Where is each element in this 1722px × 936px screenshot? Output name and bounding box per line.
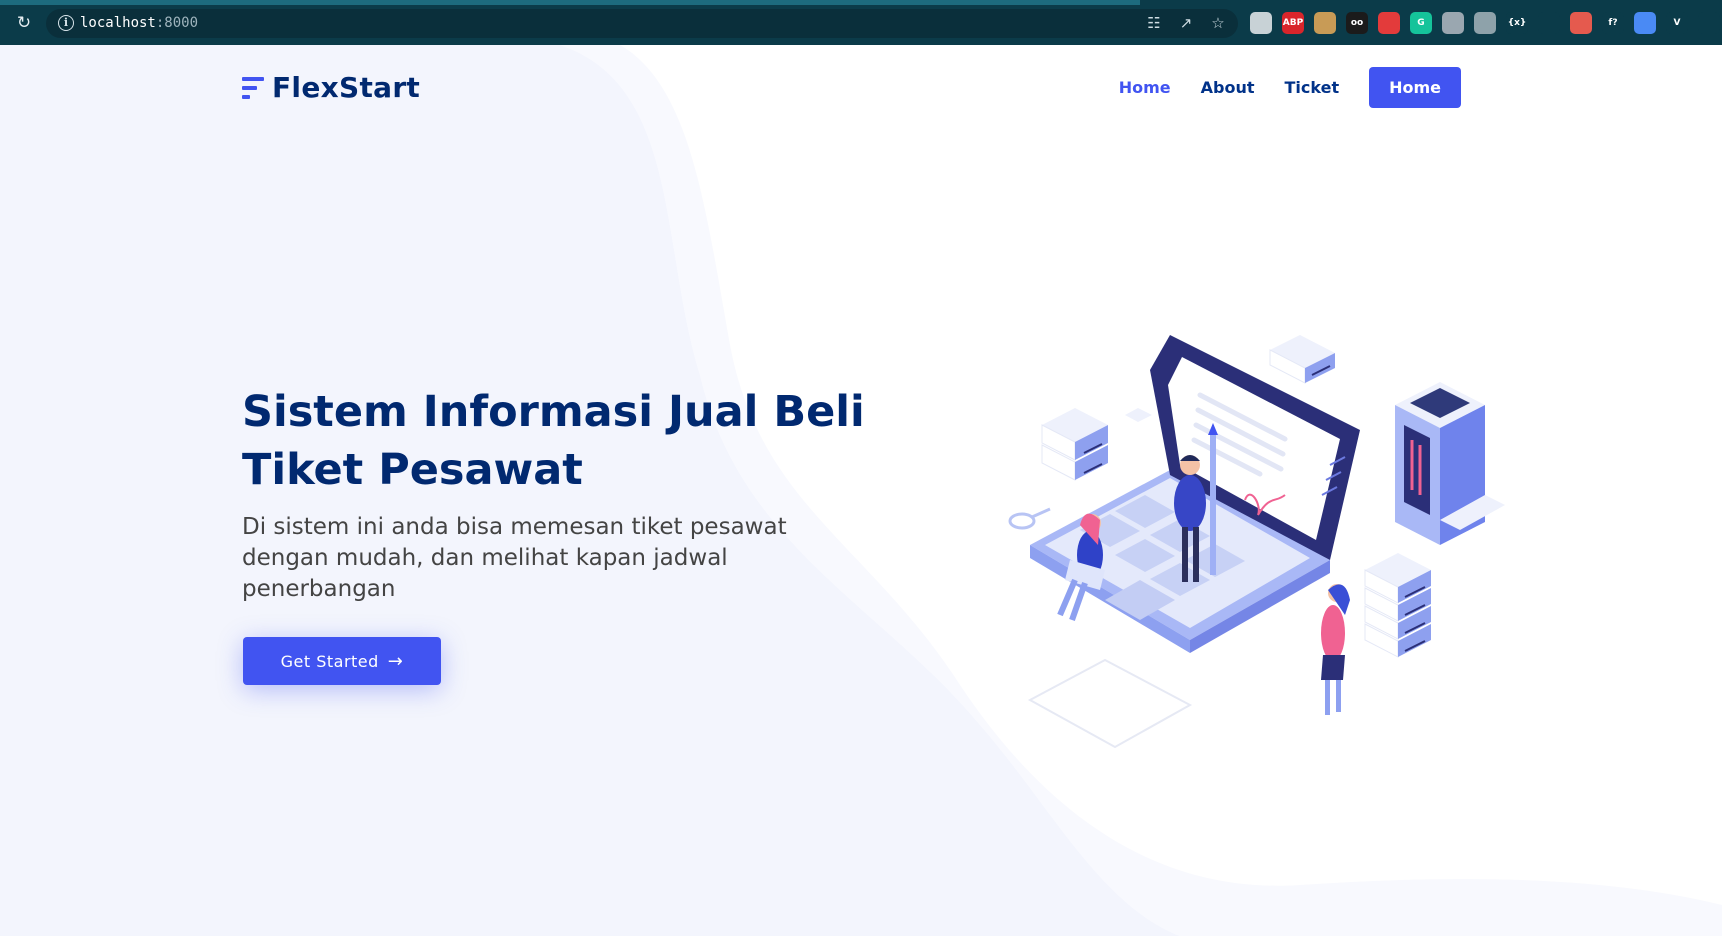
tab-strip-edge <box>0 0 1140 5</box>
font-identifier-icon[interactable]: f? <box>1602 12 1624 34</box>
logo-text: FlexStart <box>272 71 421 104</box>
extensions-bar: ABP oo G {x} f? V <box>1250 12 1720 34</box>
hero-subtitle: Di sistem ini anda bisa memesan tiket pe… <box>242 514 787 602</box>
vue-devtools-icon[interactable]: V <box>1666 12 1688 34</box>
reload-icon[interactable]: ↻ <box>14 13 34 33</box>
google-translate-icon[interactable] <box>1634 12 1656 34</box>
extension-pencil-icon[interactable] <box>1442 12 1464 34</box>
extensions-puzzle-icon[interactable] <box>1698 12 1720 34</box>
settings-gear-icon[interactable] <box>1474 12 1496 34</box>
url-port: :8000 <box>155 15 199 31</box>
browser-toolbar: ↻ i localhost:8000 ☷ ↗ ☆ ABP oo G {x} f? V <box>0 0 1722 45</box>
hero-illustration <box>1008 335 1505 749</box>
translate-icon[interactable]: ☷ <box>1144 13 1164 33</box>
extension-pdf-icon[interactable] <box>1570 12 1592 34</box>
extension-braces-icon[interactable]: {x} <box>1506 12 1528 34</box>
url-host: localhost <box>80 15 156 31</box>
nav-link-ticket[interactable]: Ticket <box>1285 78 1340 97</box>
site-info-icon[interactable]: i <box>58 15 74 31</box>
logo[interactable]: FlexStart <box>242 71 420 104</box>
address-url[interactable]: localhost:8000 <box>80 15 198 31</box>
cookie-icon[interactable] <box>1314 12 1336 34</box>
webpage: FlexStart Home About Ticket Home Sistem … <box>0 45 1722 936</box>
nav-link-home[interactable]: Home <box>1119 78 1171 97</box>
nav-home-button[interactable]: Home <box>1369 67 1461 108</box>
arrow-right-icon: → <box>387 650 404 672</box>
grammarly-icon[interactable]: G <box>1410 12 1432 34</box>
address-bar[interactable]: i localhost:8000 ☷ ↗ ☆ <box>46 9 1238 38</box>
get-started-label: Get Started <box>280 651 379 671</box>
site-header: FlexStart Home About Ticket Home <box>0 45 1722 135</box>
extension-red-dot-icon[interactable] <box>1378 12 1400 34</box>
get-started-button[interactable]: Get Started → <box>243 637 441 685</box>
extension-gray-icon[interactable] <box>1250 12 1272 34</box>
main-nav: Home About Ticket Home <box>1089 67 1461 108</box>
hero-title: Sistem Informasi Jual Beli Tiket Pesawat <box>242 387 865 495</box>
star-icon[interactable]: ☆ <box>1208 13 1228 33</box>
react-devtools-icon[interactable] <box>1538 12 1560 34</box>
adblock-plus-icon[interactable]: ABP <box>1282 12 1304 34</box>
logo-icon <box>242 75 264 101</box>
nav-link-about[interactable]: About <box>1201 78 1255 97</box>
extension-glasses-icon[interactable]: oo <box>1346 12 1368 34</box>
share-icon[interactable]: ↗ <box>1176 13 1196 33</box>
